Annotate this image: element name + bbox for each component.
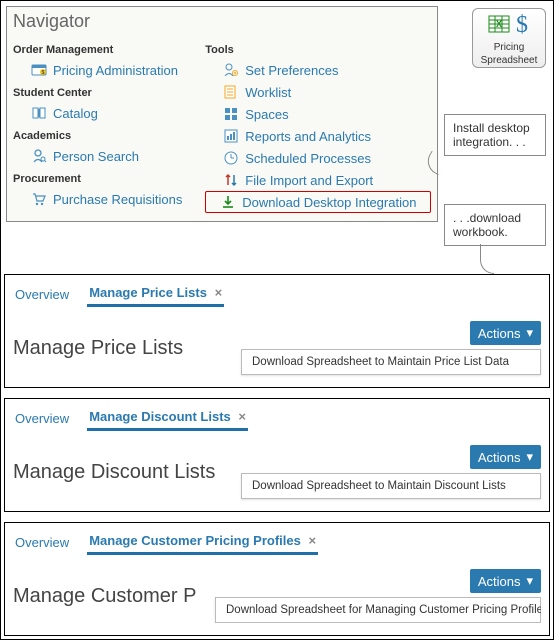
link-label: Set Preferences (245, 63, 338, 78)
link-label: Person Search (53, 149, 139, 164)
actions-label: Actions (478, 326, 521, 341)
tab-close-icon[interactable]: × (238, 409, 246, 424)
link-download-desktop-integration[interactable]: Download Desktop Integration (205, 191, 431, 213)
download-icon (220, 194, 236, 210)
dropdown-download-pricelist[interactable]: Download Spreadsheet to Maintain Price L… (241, 349, 541, 375)
dropdown-download-discount[interactable]: Download Spreadsheet to Maintain Discoun… (241, 473, 541, 499)
dollar-icon: $ (514, 11, 530, 40)
chevron-down-icon: ▾ (526, 449, 533, 465)
actions-label: Actions (478, 574, 521, 589)
navigator-title: Navigator (13, 11, 431, 32)
dropdown-download-customer-profile[interactable]: Download Spreadsheet for Managing Custom… (215, 597, 541, 623)
actions-button[interactable]: Actions ▾ (470, 445, 541, 469)
navigator-panel: Navigator Order Management $ Pricing Adm… (6, 6, 438, 222)
person-gear-icon (223, 62, 239, 78)
link-pricing-admin[interactable]: $ Pricing Administration (13, 59, 205, 81)
reports-icon (223, 128, 239, 144)
link-person-search[interactable]: Person Search (13, 145, 205, 167)
tab-close-icon[interactable]: × (215, 285, 223, 300)
link-reports[interactable]: Reports and Analytics (205, 125, 431, 147)
chevron-down-icon: ▾ (526, 573, 533, 589)
section-tools: Tools (205, 44, 431, 56)
tab-label: Manage Customer Pricing Profiles (89, 533, 301, 548)
link-label: Scheduled Processes (245, 151, 371, 166)
person-search-icon (31, 148, 47, 164)
tab-label: Manage Discount Lists (89, 409, 231, 424)
chevron-down-icon: ▾ (526, 325, 533, 341)
page-title: Manage Discount Lists (13, 461, 215, 484)
actions-label: Actions (478, 450, 521, 465)
link-worklist[interactable]: Worklist (205, 81, 431, 103)
panel-customer-pricing-profiles: Overview Manage Customer Pricing Profile… (4, 522, 550, 636)
import-export-icon (223, 172, 239, 188)
tab-label: Manage Price Lists (89, 285, 207, 300)
page-title: Manage Customer P (13, 585, 196, 608)
actions-button[interactable]: Actions ▾ (470, 569, 541, 593)
section-academics: Academics (13, 130, 205, 142)
tab-overview[interactable]: Overview (13, 531, 71, 554)
section-student: Student Center (13, 87, 205, 99)
link-purchase-req[interactable]: Purchase Requisitions (13, 188, 205, 210)
cart-icon (31, 191, 47, 207)
tab-manage-discount-lists[interactable]: Manage Discount Lists × (87, 405, 248, 431)
worklist-icon (223, 84, 239, 100)
catalog-icon (31, 105, 47, 121)
svg-text:X: X (496, 19, 502, 29)
excel-icon: X (488, 13, 510, 38)
section-order-mgmt: Order Management (13, 44, 205, 56)
link-set-preferences[interactable]: Set Preferences (205, 59, 431, 81)
callout-text: . . .download workbook. (453, 211, 521, 239)
svg-text:$: $ (42, 70, 45, 76)
page-title: Manage Price Lists (13, 337, 183, 360)
section-procurement: Procurement (13, 173, 205, 185)
svg-text:$: $ (516, 12, 528, 37)
link-label: Catalog (53, 106, 98, 121)
link-scheduled[interactable]: Scheduled Processes (205, 147, 431, 169)
callout-text: Install desktop integration. . . (453, 121, 530, 149)
tab-overview[interactable]: Overview (13, 407, 71, 430)
actions-button[interactable]: Actions ▾ (470, 321, 541, 345)
tab-manage-customer-pricing-profiles[interactable]: Manage Customer Pricing Profiles × (87, 529, 318, 555)
tab-close-icon[interactable]: × (308, 533, 316, 548)
link-file-import-export[interactable]: File Import and Export (205, 169, 431, 191)
link-label: Spaces (245, 107, 288, 122)
tab-overview[interactable]: Overview (13, 283, 71, 306)
link-catalog[interactable]: Catalog (13, 102, 205, 124)
link-label: Purchase Requisitions (53, 192, 182, 207)
panel-discount-lists: Overview Manage Discount Lists × Manage … (4, 398, 550, 512)
clock-icon (223, 150, 239, 166)
pricing-spreadsheet-button[interactable]: X $ Pricing Spreadsheet (472, 8, 546, 68)
panel-price-lists: Overview Manage Price Lists × Manage Pri… (4, 274, 550, 388)
link-label: Reports and Analytics (245, 129, 371, 144)
link-label: Worklist (245, 85, 291, 100)
link-label: File Import and Export (245, 173, 373, 188)
pricing-admin-icon: $ (31, 62, 47, 78)
spaces-icon (223, 106, 239, 122)
callout-download: . . .download workbook. (444, 204, 546, 246)
link-spaces[interactable]: Spaces (205, 103, 431, 125)
btn-label-1: Pricing (494, 42, 525, 53)
link-label: Download Desktop Integration (242, 195, 416, 210)
callout-download-tail (480, 244, 494, 274)
btn-label-2: Spreadsheet (481, 55, 538, 66)
tab-manage-price-lists[interactable]: Manage Price Lists × (87, 281, 224, 307)
link-label: Pricing Administration (53, 63, 178, 78)
callout-install: Install desktop integration. . . (444, 114, 546, 156)
